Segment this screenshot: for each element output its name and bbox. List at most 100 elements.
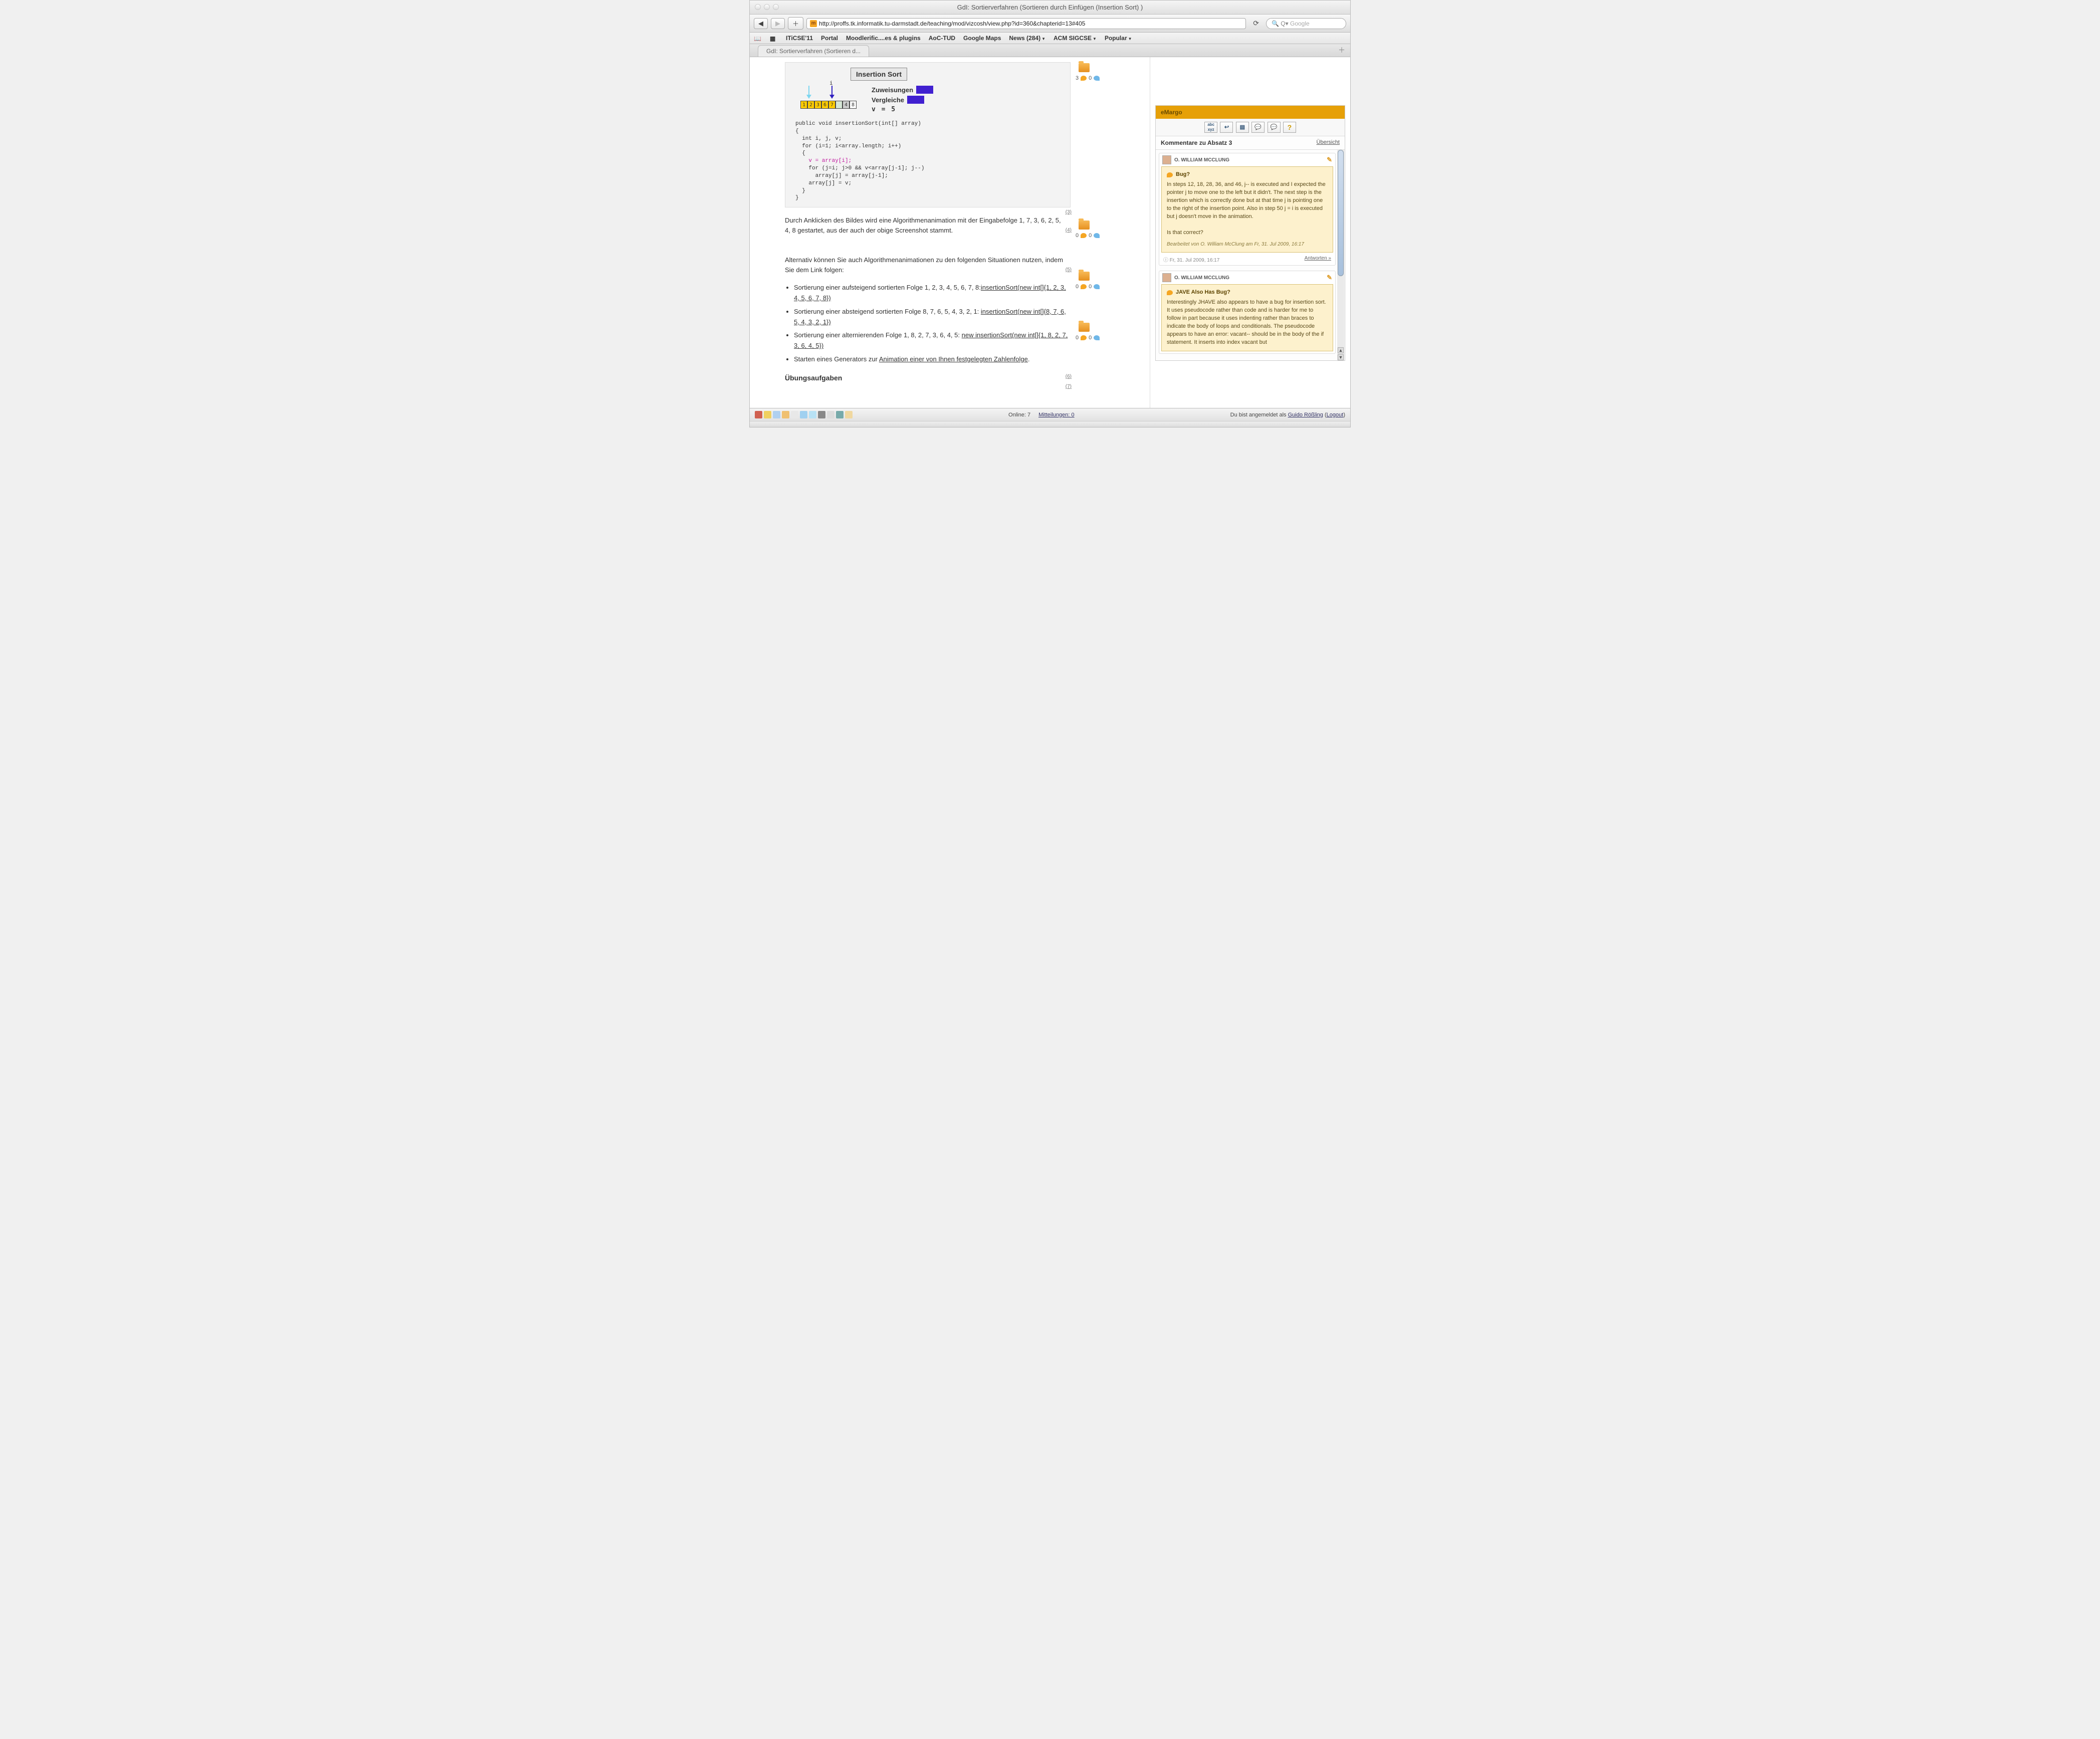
margin-block: 0 0 bbox=[1076, 272, 1111, 290]
status-user-link[interactable]: Guido Rößling bbox=[1288, 412, 1323, 418]
page-content: Insertion Sort i 1 bbox=[750, 57, 1350, 408]
edit-icon[interactable]: ✎ bbox=[1327, 156, 1332, 164]
emargo-sub-title: Kommentare zu Absatz 3 bbox=[1161, 139, 1232, 146]
minimize-window-icon[interactable] bbox=[764, 4, 770, 10]
comment-orange-icon bbox=[1081, 233, 1087, 238]
comment-blue-icon bbox=[1094, 76, 1100, 81]
status-user-icon[interactable] bbox=[755, 411, 762, 418]
status-cal-icon[interactable] bbox=[782, 411, 789, 418]
link-gen[interactable]: Animation einer von Ihnen festgelegten Z… bbox=[879, 355, 1028, 363]
emargo-panel: eMargo abcxyz ↩ ▤ 💬 💬 ? Kommentare zu Ab… bbox=[1155, 105, 1345, 361]
search-field[interactable]: 🔍 Q▾ Google bbox=[1266, 18, 1346, 29]
folder-icon[interactable] bbox=[1079, 63, 1090, 72]
tab-active[interactable]: GdI: Sortierverfahren (Sortieren d... bbox=[758, 45, 869, 57]
resize-grip[interactable] bbox=[750, 421, 1350, 427]
status-doc-icon[interactable] bbox=[764, 411, 771, 418]
bookmark-sigcse[interactable]: ACM SIGCSE▼ bbox=[1054, 35, 1097, 42]
url-bar[interactable]: m http://proffs.tk.informatik.tu-darmsta… bbox=[806, 18, 1246, 29]
new-tab-button[interactable]: ＋ bbox=[1338, 45, 1345, 55]
link-list: Sortierung einer aufsteigend sortierten … bbox=[785, 283, 1071, 365]
bookmark-moodle[interactable]: Moodlerific....es & plugins bbox=[846, 35, 921, 42]
bookmark-portal[interactable]: Portal bbox=[821, 35, 838, 42]
comment-orange-icon bbox=[1081, 335, 1087, 340]
list-item: Sortierung einer aufsteigend sortierten … bbox=[794, 283, 1071, 304]
status-login: Du bist angemeldet als Guido Rößling (Lo… bbox=[1230, 412, 1345, 418]
emargo-title: eMargo bbox=[1156, 106, 1345, 119]
legend-swatch-icon bbox=[916, 86, 933, 94]
cell: 3 bbox=[814, 101, 821, 109]
status-tag-icon[interactable] bbox=[809, 411, 816, 418]
zoom-window-icon[interactable] bbox=[773, 4, 779, 10]
emargo-overview-link[interactable]: Übersicht bbox=[1317, 139, 1340, 146]
emargo-comment1-icon[interactable]: 💬 bbox=[1251, 122, 1265, 133]
margin-block: 3 0 bbox=[1076, 63, 1111, 81]
para-anchor-6[interactable]: (6) bbox=[1066, 373, 1072, 380]
bookmark-popular[interactable]: Popular▼ bbox=[1105, 35, 1132, 42]
comment-date: Fr, 31. Jul 2009, 16:17 bbox=[1170, 258, 1220, 263]
back-button[interactable]: ◀ bbox=[754, 18, 768, 29]
reload-button[interactable]: ⟳ bbox=[1249, 19, 1263, 28]
nav-toolbar: ◀ ▶ ＋ m http://proffs.tk.informatik.tu-d… bbox=[750, 15, 1350, 33]
close-window-icon[interactable] bbox=[755, 4, 761, 10]
folder-icon[interactable] bbox=[1079, 323, 1090, 332]
traffic-lights bbox=[755, 4, 779, 10]
legend-v: v = 5 bbox=[872, 106, 933, 113]
add-bookmark-button[interactable]: ＋ bbox=[788, 17, 803, 30]
status-gear-icon[interactable] bbox=[818, 411, 825, 418]
search-prefix: Q▾ bbox=[1281, 20, 1288, 27]
para-anchor-7[interactable]: (7) bbox=[1066, 383, 1072, 390]
folder-icon[interactable] bbox=[1079, 272, 1090, 281]
para-anchor-5[interactable]: (5) bbox=[1066, 266, 1072, 274]
emargo-abc-icon[interactable]: abcxyz bbox=[1204, 122, 1217, 133]
reading-list-icon[interactable]: 📖 bbox=[754, 35, 762, 41]
algorithm-box[interactable]: Insertion Sort i 1 bbox=[785, 62, 1071, 207]
status-edit-icon[interactable] bbox=[827, 411, 834, 418]
status-print-icon[interactable] bbox=[791, 411, 798, 418]
logout-link[interactable]: Logout bbox=[1327, 412, 1344, 418]
bookmark-iticse[interactable]: ITiCSE'11 bbox=[786, 35, 813, 42]
bookmark-gmaps[interactable]: Google Maps bbox=[963, 35, 1001, 42]
emargo-comment2-icon[interactable]: 💬 bbox=[1268, 122, 1281, 133]
status-messages-link[interactable]: Mitteilungen: 0 bbox=[1038, 412, 1075, 418]
bookmark-news[interactable]: News (284)▼ bbox=[1009, 35, 1045, 42]
margin-block: 0 0 bbox=[1076, 221, 1111, 239]
comment-blue-icon bbox=[1094, 335, 1100, 340]
status-search-icon[interactable] bbox=[845, 411, 853, 418]
para-anchor-4[interactable]: (4) bbox=[1066, 227, 1072, 234]
list-item: Starten eines Generators zur Animation e… bbox=[794, 354, 1071, 365]
comment-blue-icon bbox=[1094, 233, 1100, 238]
pointer-cyan-icon bbox=[806, 86, 811, 98]
status-icons bbox=[755, 411, 853, 418]
paragraph-5: Alternativ können Sie auch Algorithmenan… bbox=[785, 255, 1071, 275]
status-chat-icon[interactable] bbox=[800, 411, 807, 418]
comment-author: O. WILLIAM MCCLUNG bbox=[1174, 275, 1229, 281]
legend-assign-label: Zuweisungen bbox=[872, 86, 913, 94]
status-chart-icon[interactable] bbox=[836, 411, 844, 418]
favicon-icon: m bbox=[810, 20, 817, 27]
emargo-scrollbar[interactable]: ▲ ▼ bbox=[1337, 150, 1344, 360]
para-anchor-3[interactable]: (3) bbox=[1066, 208, 1072, 216]
comment-orange-icon bbox=[1081, 284, 1087, 289]
comment-card: O. WILLIAM MCCLUNG ✎ JAVE Also Has Bug? … bbox=[1159, 271, 1336, 354]
folder-icon[interactable] bbox=[1079, 221, 1090, 230]
emargo-reply-icon[interactable]: ↩ bbox=[1220, 122, 1233, 133]
margin-block: 0 0 bbox=[1076, 323, 1111, 341]
legend-compare-label: Vergleiche bbox=[872, 96, 904, 104]
top-sites-icon[interactable]: ▦ bbox=[770, 35, 778, 41]
bookmark-aoc[interactable]: AoC-TUD bbox=[929, 35, 955, 42]
comment-orange-icon bbox=[1081, 76, 1087, 81]
edit-icon[interactable]: ✎ bbox=[1327, 274, 1332, 282]
status-mail-icon[interactable] bbox=[773, 411, 780, 418]
code-block: public void insertionSort(int[] array) {… bbox=[795, 120, 1065, 202]
reply-link[interactable]: Antworten » bbox=[1305, 256, 1331, 263]
array-cells: 1 2 3 6 7 4 8 bbox=[800, 101, 857, 109]
emargo-help-icon[interactable]: ? bbox=[1283, 122, 1296, 133]
url-text: http://proffs.tk.informatik.tu-darmstadt… bbox=[819, 20, 1085, 27]
browser-window: GdI: Sortierverfahren (Sortieren durch E… bbox=[749, 0, 1351, 427]
emargo-toolbar: abcxyz ↩ ▤ 💬 💬 ? bbox=[1156, 119, 1345, 136]
legend: Zuweisungen Vergleiche v = 5 bbox=[872, 86, 933, 113]
forward-button[interactable]: ▶ bbox=[771, 18, 785, 29]
list-item: Sortierung einer absteigend sortierten F… bbox=[794, 307, 1071, 328]
tab-bar: GdI: Sortierverfahren (Sortieren d... ＋ bbox=[750, 44, 1350, 57]
emargo-page-icon[interactable]: ▤ bbox=[1236, 122, 1249, 133]
